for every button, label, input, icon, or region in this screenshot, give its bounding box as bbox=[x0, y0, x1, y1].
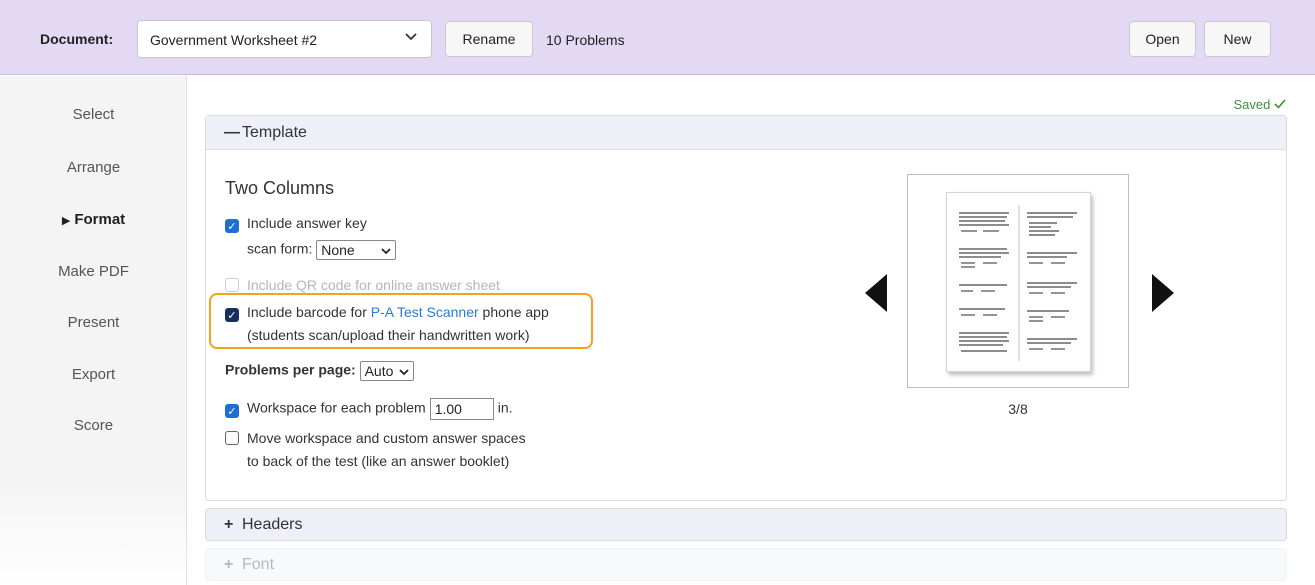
checkmark-icon bbox=[1274, 97, 1286, 112]
problem-count: 10 Problems bbox=[546, 32, 625, 48]
barcode-subtext: (students scan/upload their handwritten … bbox=[247, 327, 530, 343]
sidebar-item-select[interactable]: Select bbox=[0, 106, 187, 123]
headers-section[interactable]: + Headers bbox=[205, 508, 1287, 541]
answer-key-option: ✓ Include answer key bbox=[225, 215, 367, 233]
barcode-checkbox[interactable]: ✓ bbox=[225, 308, 239, 322]
open-button[interactable]: Open bbox=[1129, 21, 1196, 57]
preview-page-indicator: 3/8 bbox=[1008, 401, 1028, 417]
problems-per-page-select[interactable]: Auto bbox=[359, 361, 415, 381]
saved-status: Saved bbox=[1234, 97, 1287, 112]
workspace-checkbox[interactable]: ✓ bbox=[225, 403, 239, 418]
template-name: Two Columns bbox=[225, 178, 335, 198]
workspace-input[interactable]: 1.00 bbox=[429, 398, 494, 420]
next-page-arrow-icon[interactable] bbox=[1152, 274, 1174, 315]
template-preview bbox=[907, 174, 1129, 388]
workspace-option: ✓ Workspace for each problem 1.00 in. bbox=[225, 398, 513, 420]
scan-form-select[interactable]: None bbox=[316, 240, 396, 260]
document-label: Document: bbox=[40, 31, 114, 47]
document-select-value: Government Worksheet #2 bbox=[150, 32, 318, 48]
scan-form-option: scan form: None bbox=[247, 240, 396, 260]
sidebar-item-score[interactable]: Score bbox=[0, 417, 187, 434]
answer-key-checkbox[interactable]: ✓ bbox=[225, 219, 239, 233]
sidebar-item-make-pdf[interactable]: Make PDF bbox=[0, 263, 187, 280]
template-panel-header[interactable]: — Template bbox=[206, 116, 1286, 150]
qr-code-checkbox[interactable] bbox=[225, 278, 239, 292]
sidebar: Select Arrange ▶ Format Make PDF Present … bbox=[0, 76, 187, 585]
move-workspace-checkbox[interactable] bbox=[225, 431, 239, 445]
top-toolbar: Document: Government Worksheet #2 Rename… bbox=[0, 0, 1315, 75]
p-a-test-scanner-link[interactable]: P-A Test Scanner bbox=[371, 304, 479, 320]
template-panel: — Template Two Columns ✓ Include answer ke… bbox=[205, 115, 1287, 501]
minus-icon: — bbox=[224, 124, 240, 141]
chevron-down-icon bbox=[380, 242, 391, 258]
chevron-down-icon bbox=[405, 32, 417, 44]
plus-icon: + bbox=[224, 516, 234, 533]
preview-page-thumbnail bbox=[946, 192, 1091, 372]
move-workspace-line2: to back of the test (like an answer book… bbox=[247, 453, 510, 469]
new-button[interactable]: New bbox=[1204, 21, 1271, 57]
qr-code-option: Include QR code for online answer sheet bbox=[225, 277, 500, 293]
barcode-option: ✓ Include barcode for P-A Test Scanner ph… bbox=[225, 304, 549, 322]
triangle-right-icon: ▶ bbox=[61, 215, 71, 227]
problems-per-page-option: Problems per page: Auto bbox=[225, 361, 415, 381]
font-section[interactable]: + Font bbox=[205, 548, 1287, 581]
rename-button[interactable]: Rename bbox=[445, 21, 533, 57]
chevron-down-icon bbox=[399, 363, 409, 379]
move-workspace-option: Move workspace and custom answer spaces bbox=[225, 430, 526, 446]
sidebar-item-arrange[interactable]: Arrange bbox=[0, 159, 187, 176]
sidebar-item-present[interactable]: Present bbox=[0, 314, 187, 331]
document-select[interactable]: Government Worksheet #2 bbox=[137, 20, 432, 58]
plus-icon: + bbox=[224, 556, 234, 573]
sidebar-item-format[interactable]: ▶ Format bbox=[0, 211, 187, 228]
previous-page-arrow-icon[interactable] bbox=[865, 274, 887, 315]
sidebar-item-export[interactable]: Export bbox=[0, 366, 187, 383]
